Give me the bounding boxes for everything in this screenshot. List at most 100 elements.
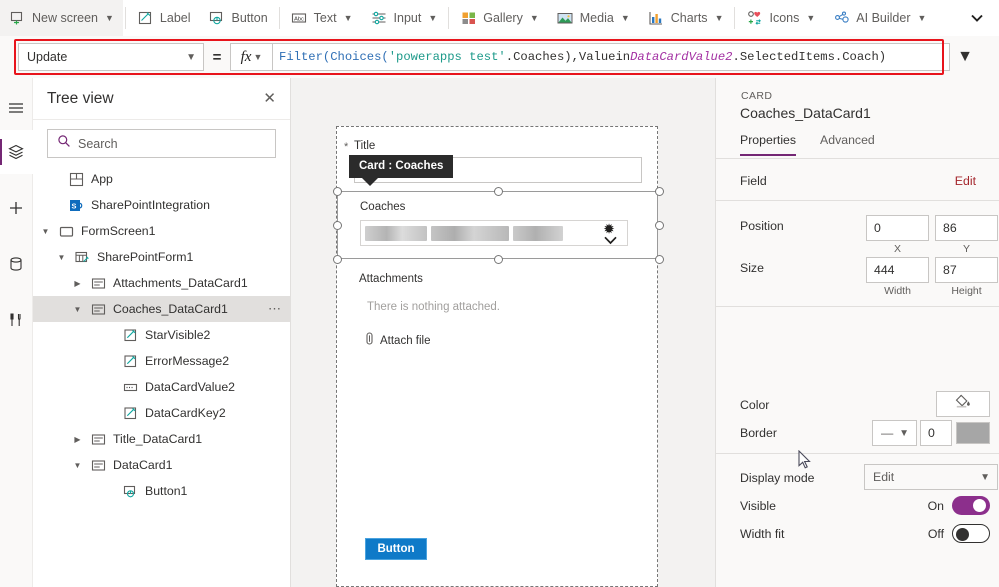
cmd-new-screen[interactable]: New screen ▼ — [0, 0, 123, 36]
formula-expand-button[interactable]: ▼ — [950, 43, 980, 71]
tree-node-datacardkey2[interactable]: DataCardKey2 — [33, 400, 290, 426]
cmd-label-text: Media — [579, 10, 614, 25]
formula-token: Choices( — [330, 50, 389, 64]
resize-handle-mr[interactable] — [655, 221, 664, 230]
resize-handle-tm[interactable] — [494, 187, 503, 196]
tree-node-label: DataCardValue2 — [145, 380, 236, 394]
position-y-input[interactable]: 86 — [935, 215, 998, 241]
resize-handle-tl[interactable] — [333, 187, 342, 196]
canvas-button[interactable]: Button — [365, 538, 427, 560]
display-mode-select[interactable]: Edit ▼ — [864, 464, 998, 490]
border-style-value: — — [881, 426, 894, 440]
visible-toggle[interactable] — [952, 496, 990, 515]
command-bar-overflow-button[interactable] — [955, 0, 999, 36]
tree-node-starvisible2[interactable]: StarVisible2 — [33, 322, 290, 348]
cmd-charts[interactable]: Charts ▼ — [639, 0, 733, 36]
tree-search-wrap — [33, 120, 290, 166]
tree-node-list: App S SharePointIntegration ▼ FormScreen… — [33, 166, 290, 504]
twisty-expanded-icon[interactable]: ▼ — [71, 305, 84, 314]
twisty-expanded-icon[interactable]: ▼ — [55, 253, 68, 262]
cmd-label-text: Gallery — [483, 10, 523, 25]
resize-handle-br[interactable] — [655, 255, 664, 264]
divider — [716, 306, 999, 307]
cmd-label-text: Label — [159, 10, 191, 25]
position-y-sublabel: Y — [962, 243, 970, 255]
more-options-icon[interactable]: ⋯ — [262, 301, 282, 317]
chevron-down-icon[interactable]: ✹ — [604, 222, 623, 245]
card-icon — [90, 276, 107, 291]
search-box[interactable] — [47, 129, 276, 158]
border-thickness-input[interactable]: 0 — [920, 420, 952, 446]
chevron-down-icon: ▼ — [957, 48, 973, 65]
tree-node-label: FormScreen1 — [81, 224, 156, 238]
size-width-input[interactable]: 444 — [866, 257, 929, 283]
resize-handle-tr[interactable] — [655, 187, 664, 196]
tree-node-label: SharePointIntegration — [91, 198, 210, 212]
fx-button[interactable]: fx ▼ — [230, 43, 272, 71]
tab-advanced[interactable]: Advanced — [820, 133, 875, 156]
divider — [716, 453, 999, 454]
field-edit-link[interactable]: Edit — [955, 174, 976, 188]
hamburger-menu-icon[interactable] — [0, 86, 33, 130]
chevron-down-icon: ▼ — [529, 12, 539, 23]
border-style-select[interactable]: — ▼ — [872, 420, 917, 446]
color-picker-button[interactable] — [936, 391, 990, 417]
tree-node-title-datacard1[interactable]: ▶ Title_DataCard1 — [33, 426, 290, 452]
formula-input[interactable]: Filter(Choices('powerapps test' .Coaches)… — [272, 43, 950, 71]
tree-node-app[interactable]: App — [33, 166, 290, 192]
size-width-sublabel: Width — [884, 285, 911, 297]
formula-bar-region: Update ▼ = fx ▼ Filter(Choices('powerapp… — [0, 36, 999, 78]
border-color-swatch[interactable] — [956, 422, 990, 444]
close-icon[interactable]: ✕ — [259, 87, 280, 110]
tree-node-datacardvalue2[interactable]: DataCardValue2 — [33, 374, 290, 400]
twisty-collapsed-icon[interactable]: ▶ — [71, 435, 84, 444]
border-label: Border — [740, 426, 777, 440]
field-row: Field Edit — [740, 174, 976, 188]
twisty-collapsed-icon[interactable]: ▶ — [71, 279, 84, 288]
size-height-input[interactable]: 87 — [935, 257, 998, 283]
width-fit-toggle[interactable] — [952, 524, 990, 543]
resize-handle-ml[interactable] — [333, 221, 342, 230]
tools-icon[interactable] — [0, 298, 33, 342]
cmd-text[interactable]: Abc Text ▼ — [282, 0, 362, 36]
tree-node-sharepointform1[interactable]: ▼ SharePointForm1 — [33, 244, 290, 270]
cmd-button[interactable]: Button — [200, 0, 277, 36]
data-icon[interactable] — [0, 242, 33, 286]
tree-node-label: App — [91, 172, 113, 186]
coaches-datacard[interactable]: Coaches ✹ — [333, 187, 664, 264]
chevron-down-icon: ▼ — [343, 12, 353, 23]
cmd-gallery[interactable]: Gallery ▼ — [451, 0, 548, 36]
tree-node-label: DataCardKey2 — [145, 406, 226, 420]
toggle-knob — [956, 528, 969, 541]
resize-handle-bl[interactable] — [333, 255, 342, 264]
twisty-expanded-icon[interactable]: ▼ — [39, 227, 52, 236]
cmd-icons[interactable]: Icons ▼ — [737, 0, 824, 36]
cmd-input[interactable]: Input ▼ — [362, 0, 447, 36]
search-input[interactable] — [78, 136, 266, 151]
twisty-expanded-icon[interactable]: ▼ — [71, 461, 84, 470]
property-selector[interactable]: Update ▼ — [18, 43, 204, 71]
tree-node-formscreen1[interactable]: ▼ FormScreen1 — [33, 218, 290, 244]
resize-handle-bm[interactable] — [494, 255, 503, 264]
visible-toggle-wrap: On — [928, 496, 990, 515]
position-x-input[interactable]: 0 — [866, 215, 929, 241]
tree-view-icon[interactable] — [0, 130, 33, 174]
tree-node-coaches-datacard1[interactable]: ▼ Coaches_DataCard1 ⋯ — [33, 296, 290, 322]
svg-text:S: S — [72, 201, 77, 210]
tab-properties[interactable]: Properties — [740, 133, 797, 156]
tree-node-errormessage2[interactable]: ErrorMessage2 — [33, 348, 290, 374]
tree-node-button1[interactable]: Button1 — [33, 478, 290, 504]
cmd-ai-builder[interactable]: AI Builder ▼ — [824, 0, 935, 36]
cmd-label[interactable]: Label — [128, 0, 200, 36]
tree-node-attachments-datacard1[interactable]: ▶ Attachments_DataCard1 — [33, 270, 290, 296]
coaches-combobox[interactable]: ✹ — [360, 220, 628, 246]
sharepoint-form[interactable]: * Title Card : Coaches Coaches ✹ Attachm… — [333, 126, 664, 587]
attach-file-button[interactable]: Attach file — [364, 332, 431, 349]
tree-node-datacard1[interactable]: ▼ DataCard1 — [33, 452, 290, 478]
app-canvas[interactable]: * Title Card : Coaches Coaches ✹ Attachm… — [291, 78, 715, 587]
gallery-icon — [460, 9, 477, 26]
tree-node-sharepointintegration[interactable]: S SharePointIntegration — [33, 192, 290, 218]
insert-plus-icon[interactable] — [0, 186, 33, 230]
formula-token: .Coaches), — [505, 50, 579, 64]
cmd-media[interactable]: Media ▼ — [548, 0, 639, 36]
